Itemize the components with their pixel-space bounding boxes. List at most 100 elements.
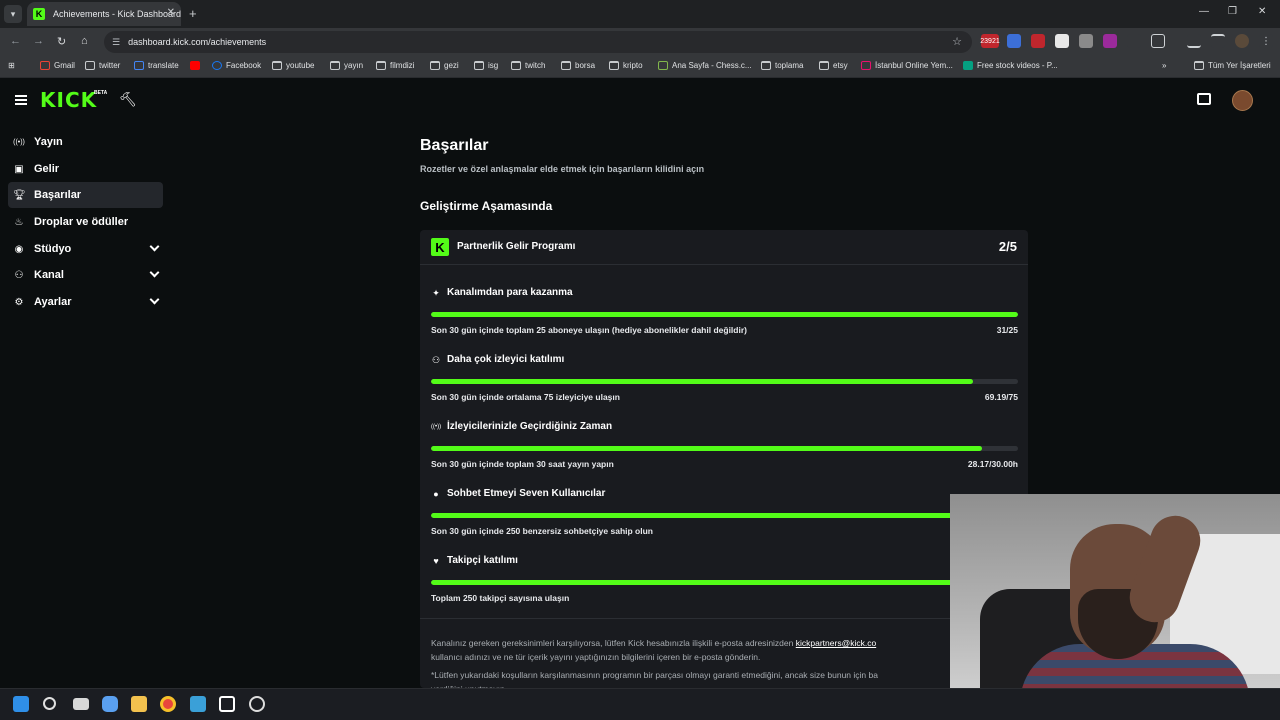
- tab-close-icon[interactable]: ✕: [167, 7, 175, 18]
- all-bookmarks-folder[interactable]: Tüm Yer İşaretleri: [1194, 61, 1271, 70]
- puzzle-extension-icon[interactable]: [1151, 34, 1165, 48]
- bookmark-translate[interactable]: translate: [134, 61, 179, 70]
- tab-kick-dashboard[interactable]: K Achievements - Kick Dashboard ✕: [27, 2, 181, 26]
- sidebar-item-kanal[interactable]: ⚇ Kanal: [8, 262, 163, 288]
- reload-icon[interactable]: ↻: [57, 35, 66, 48]
- app-icon[interactable]: [249, 696, 265, 712]
- bookmark-folder-isg[interactable]: isg: [474, 61, 498, 70]
- achievement-item: ♥ Takipçi katılımı Toplam 250 takipçi sa…: [420, 550, 1028, 610]
- store-icon[interactable]: [190, 696, 206, 712]
- sidebar-item-yayin[interactable]: ((•)) Yayın: [8, 129, 163, 155]
- url-text[interactable]: dashboard.kick.com/achievements: [128, 37, 266, 47]
- folder-icon: [1194, 61, 1204, 70]
- sidebar-item-basarilar[interactable]: 🏆︎ Başarılar: [8, 182, 163, 208]
- folder-icon: [272, 61, 282, 70]
- chevron-down-icon[interactable]: [149, 267, 160, 278]
- chrome-icon[interactable]: [160, 696, 176, 712]
- reading-list-icon[interactable]: [1211, 34, 1225, 48]
- close-window-button[interactable]: ✕: [1258, 6, 1266, 17]
- sidebar-item-label: Yayın: [34, 136, 63, 148]
- bookmark-chess[interactable]: Ana Sayfa - Chess.c...: [658, 61, 752, 70]
- footer-line: kullanıcı adınızı ve ne tür içerik yayın…: [431, 652, 761, 662]
- achievement-title: Daha çok izleyici katılımı: [447, 354, 565, 365]
- achievement-desc: Son 30 gün içinde toplam 30 saat yayın y…: [431, 459, 614, 469]
- chevron-down-icon[interactable]: [149, 294, 160, 305]
- folder-icon: [430, 61, 440, 70]
- bookmark-folder-yayin[interactable]: yayın: [330, 61, 363, 70]
- diamond-extension-icon[interactable]: [1055, 34, 1069, 48]
- hammer-icon[interactable]: 🔨︎: [119, 91, 137, 108]
- chrome-menu-icon[interactable]: ⋮: [1259, 34, 1273, 48]
- ticket-icon[interactable]: [1197, 93, 1211, 105]
- viewers-icon: ⚇: [431, 355, 441, 365]
- wifi-extension-icon[interactable]: [1127, 34, 1141, 48]
- bookmark-pexels[interactable]: Free stock videos - P...: [963, 61, 1058, 70]
- windows-start-icon[interactable]: [13, 696, 29, 712]
- kick-logo[interactable]: KICK: [40, 88, 97, 112]
- user-avatar[interactable]: [1232, 90, 1253, 111]
- translate-icon: [134, 61, 144, 70]
- tradingview-icon[interactable]: [219, 696, 235, 712]
- profile-avatar-icon[interactable]: [1235, 34, 1249, 48]
- bookmark-facebook[interactable]: Facebook: [212, 61, 261, 70]
- bookmark-gmail[interactable]: Gmail: [40, 61, 75, 70]
- extension-badge-icon[interactable]: 23921: [980, 34, 1000, 48]
- folder-icon: [819, 61, 829, 70]
- restore-button[interactable]: ❐: [1228, 6, 1237, 17]
- search-icon[interactable]: [43, 697, 56, 710]
- bookmark-folder-youtube[interactable]: youtube: [272, 61, 314, 70]
- progress-fill: [431, 580, 1018, 585]
- back-icon[interactable]: ←: [10, 35, 21, 47]
- achievement-item: ✦ Kanalımdan para kazanma Son 30 gün içi…: [420, 282, 1028, 342]
- colorful-extension-icon[interactable]: [1103, 34, 1117, 48]
- sidebar-item-ayarlar[interactable]: ⚙ Ayarlar: [8, 289, 163, 315]
- bookmark-twitter[interactable]: twitter: [85, 61, 120, 70]
- broadcast-icon: ((•)): [431, 424, 442, 430]
- achievement-desc: Son 30 gün içinde ortalama 75 izleyiciye…: [431, 392, 620, 402]
- sidebar-item-label: Ayarlar: [34, 296, 72, 308]
- bookmark-folder-twitch[interactable]: twitch: [511, 61, 545, 70]
- bookmarks-overflow-icon[interactable]: »: [1162, 61, 1166, 70]
- progress-track: [431, 580, 1018, 585]
- sidebar-item-label: Gelir: [34, 163, 60, 175]
- file-explorer-icon[interactable]: [131, 696, 147, 712]
- progress-track: [431, 379, 1018, 384]
- achievement-value: 31/25: [996, 325, 1018, 335]
- forward-icon[interactable]: →: [33, 35, 44, 47]
- partner-email-link[interactable]: kickpartners@kick.co: [796, 638, 876, 648]
- sidebar-item-gelir[interactable]: ▣ Gelir: [8, 156, 163, 182]
- minimize-button[interactable]: —: [1199, 6, 1209, 17]
- copilot-icon[interactable]: [102, 696, 118, 712]
- card-header: K Partnerlik Gelir Programı 2/5: [420, 230, 1028, 265]
- translate-extension-icon[interactable]: [1007, 34, 1021, 48]
- bookmark-folder-toplama[interactable]: toplama: [761, 61, 803, 70]
- bookmark-folder-gezi[interactable]: gezi: [430, 61, 459, 70]
- apps-grid-icon[interactable]: ⊞: [8, 61, 15, 70]
- site-info-icon[interactable]: ☰: [112, 37, 120, 48]
- tab-search-icon[interactable]: ▾: [4, 5, 22, 23]
- adblock-extension-icon[interactable]: [1031, 34, 1045, 48]
- studio-icon: ◉: [14, 243, 24, 255]
- task-view-icon[interactable]: [73, 698, 89, 710]
- sidebar-item-studyo[interactable]: ◉ Stüdyo: [8, 236, 163, 262]
- bookmark-youtube-video[interactable]: [190, 61, 204, 70]
- new-tab-button[interactable]: +: [189, 6, 197, 21]
- bookmark-folder-filmdizi[interactable]: filmdizi: [376, 61, 414, 70]
- chevron-down-icon[interactable]: [149, 241, 160, 252]
- bookmark-istanbul-yemek[interactable]: İstanbul Online Yem...: [861, 61, 953, 70]
- bookmark-star-icon[interactable]: ☆: [952, 35, 962, 48]
- extension-icon[interactable]: [1079, 34, 1093, 48]
- home-icon[interactable]: ⌂: [81, 35, 88, 47]
- achievement-title: Kanalımdan para kazanma: [447, 287, 573, 298]
- page-title: Başarılar: [420, 137, 489, 154]
- download-icon[interactable]: [1187, 34, 1201, 48]
- bookmark-folder-kripto[interactable]: kripto: [609, 61, 643, 70]
- hamburger-menu-icon[interactable]: [15, 95, 27, 105]
- bookmark-folder-etsy[interactable]: etsy: [819, 61, 848, 70]
- screen: ▾ K Achievements - Kick Dashboard ✕ + — …: [0, 0, 1280, 720]
- bookmark-folder-borsa[interactable]: borsa: [561, 61, 595, 70]
- progress-fill: [431, 513, 1018, 518]
- sidebar-item-droplar[interactable]: ♨ Droplar ve ödüller: [8, 209, 163, 235]
- address-bar[interactable]: ☰ dashboard.kick.com/achievements ☆: [104, 31, 972, 53]
- youtube-icon: [190, 61, 200, 70]
